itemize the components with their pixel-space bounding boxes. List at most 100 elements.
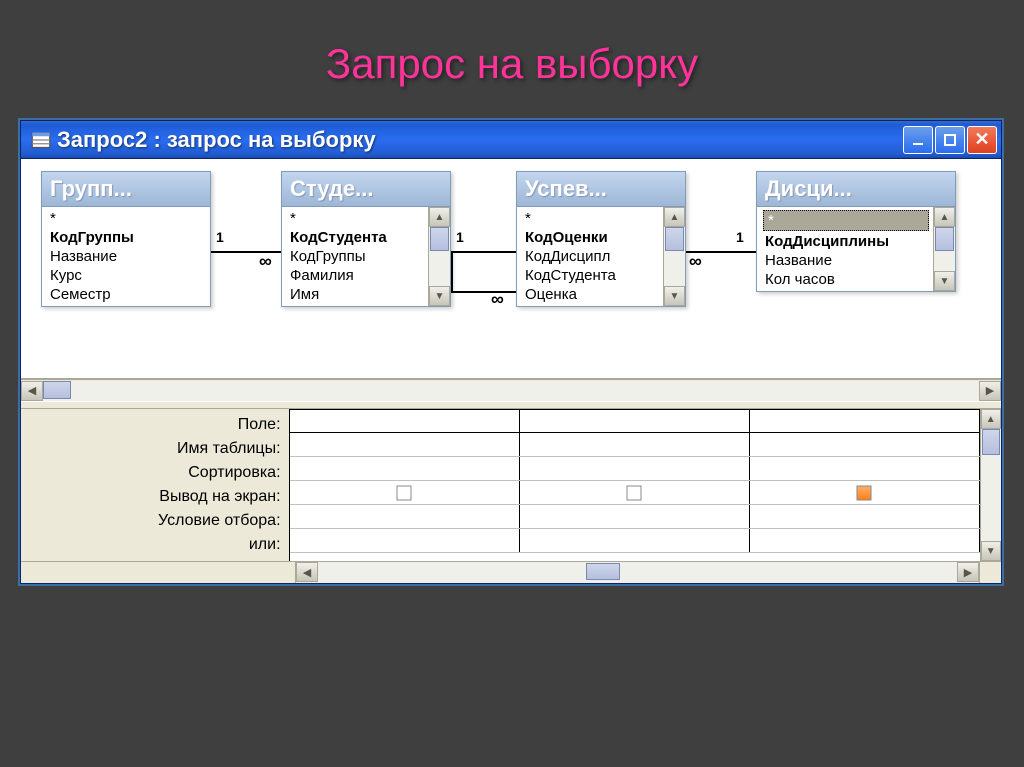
grid-cell[interactable] [520,410,750,432]
close-button[interactable]: ✕ [967,126,997,154]
relation-pane[interactable]: Групп... * КодГруппы Название Курс Семес… [21,159,1001,379]
grid-cell[interactable] [750,410,980,432]
pane-splitter[interactable] [21,401,1001,409]
scroll-right-button[interactable]: ▶ [957,562,979,582]
field-item[interactable]: КодСтудента [286,228,450,247]
scroll-thumb[interactable] [982,429,1000,455]
grid-cell[interactable] [520,457,750,480]
scroll-down-icon[interactable]: ▼ [429,286,450,306]
grid-cell[interactable] [290,457,520,480]
relation-hscrollbar[interactable]: ◀ ▶ [21,379,1001,401]
label-table: Имя таблицы: [25,437,281,461]
field-item[interactable]: Курс [46,266,210,285]
minimize-button[interactable] [903,126,933,154]
field-scrollbar[interactable]: ▲ ▼ [933,207,955,291]
grid-cell[interactable] [520,433,750,456]
scroll-down-icon[interactable]: ▼ [664,286,685,306]
grid-cell[interactable] [750,433,980,456]
field-item[interactable]: КодГруппы [286,247,450,266]
relation-one: 1 [736,229,744,245]
grid-cell[interactable] [290,505,520,528]
field-list[interactable]: * КодДисциплины Название Кол часов ▲ ▼ [757,207,955,291]
scroll-down-icon[interactable]: ▼ [934,271,955,291]
show-checkbox[interactable] [750,481,980,504]
table-header[interactable]: Дисци... [757,172,955,207]
grid-row-sort[interactable] [290,457,980,481]
grid-cell[interactable] [750,529,980,552]
close-icon: ✕ [974,129,989,150]
field-item[interactable]: * [763,210,929,231]
grid-cell[interactable] [520,505,750,528]
table-box-students[interactable]: Студе... * КодСтудента КодГруппы Фамилия… [281,171,451,307]
maximize-button[interactable] [935,126,965,154]
scroll-right-button[interactable]: ▶ [979,381,1001,401]
field-scrollbar[interactable]: ▲ ▼ [428,207,450,306]
scroll-left-button[interactable]: ◀ [296,562,318,582]
table-box-groups[interactable]: Групп... * КодГруппы Название Курс Семес… [41,171,211,307]
grid-vscrollbar[interactable]: ▲ ▼ [980,409,1001,561]
titlebar[interactable]: Запрос2 : запрос на выборку ✕ [21,121,1001,159]
table-header[interactable]: Групп... [42,172,210,207]
grid-row-criteria[interactable] [290,505,980,529]
scroll-corner [979,562,1001,583]
field-item[interactable]: Оценка [521,285,685,304]
grid-hscrollbar[interactable]: ◀ ▶ [21,561,1001,583]
relation-line[interactable] [451,251,453,291]
scroll-thumb[interactable] [935,227,954,251]
field-list[interactable]: * КодСтудента КодГруппы Фамилия Имя ▲ ▼ [282,207,450,306]
field-item[interactable]: Название [761,251,955,270]
grid-row-field[interactable] [290,409,980,433]
scroll-thumb[interactable] [665,227,684,251]
field-item[interactable]: КодОценки [521,228,685,247]
field-list[interactable]: * КодГруппы Название Курс Семестр [42,207,210,306]
scroll-up-icon[interactable]: ▲ [934,207,955,227]
field-item[interactable]: Название [46,247,210,266]
field-item[interactable]: * [46,209,210,228]
relation-line[interactable] [451,291,516,293]
scroll-up-icon[interactable]: ▲ [664,207,685,227]
relation-many: ∞ [259,251,272,272]
field-item[interactable]: КодСтудента [521,266,685,285]
scroll-up-button[interactable]: ▲ [981,409,1001,429]
relation-many: ∞ [491,289,504,310]
field-item[interactable]: КодГруппы [46,228,210,247]
grid-cell[interactable] [750,505,980,528]
field-item[interactable]: Семестр [46,285,210,304]
field-scrollbar[interactable]: ▲ ▼ [663,207,685,306]
table-box-disciplines[interactable]: Дисци... * КодДисциплины Название Кол ча… [756,171,956,292]
field-item[interactable]: КодДисципл [521,247,685,266]
table-box-grades[interactable]: Успев... * КодОценки КодДисципл КодСтуде… [516,171,686,307]
scroll-thumb[interactable] [43,381,71,399]
maximize-icon [944,134,956,146]
grid-cell[interactable] [520,529,750,552]
grid-row-or[interactable] [290,529,980,553]
scroll-thumb[interactable] [430,227,449,251]
field-list[interactable]: * КодОценки КодДисципл КодСтудента Оценк… [517,207,685,306]
scroll-left-button[interactable]: ◀ [21,381,43,401]
field-item[interactable]: * [521,209,685,228]
table-header[interactable]: Успев... [517,172,685,207]
field-item[interactable]: Имя [286,285,450,304]
grid-cell[interactable] [290,529,520,552]
grid-body[interactable] [290,409,980,561]
field-item[interactable]: Кол часов [761,270,955,289]
table-header[interactable]: Студе... [282,172,450,207]
field-item[interactable]: * [286,209,450,228]
grid-cell[interactable] [290,433,520,456]
scroll-thumb[interactable] [586,563,620,580]
show-checkbox[interactable] [290,481,520,504]
slide-title: Запрос на выборку [0,40,1024,88]
scroll-down-button[interactable]: ▼ [981,541,1001,561]
label-criteria: Условие отбора: [25,509,281,533]
field-item[interactable]: Фамилия [286,266,450,285]
grid-row-table[interactable] [290,433,980,457]
relation-line[interactable] [451,251,516,253]
scroll-up-icon[interactable]: ▲ [429,207,450,227]
minimize-icon [912,134,924,146]
field-item[interactable]: КодДисциплины [761,232,955,251]
grid-cell[interactable] [750,457,980,480]
grid-cell[interactable] [290,410,520,432]
query-icon [31,130,51,150]
show-checkbox[interactable] [520,481,750,504]
grid-row-show[interactable] [290,481,980,505]
